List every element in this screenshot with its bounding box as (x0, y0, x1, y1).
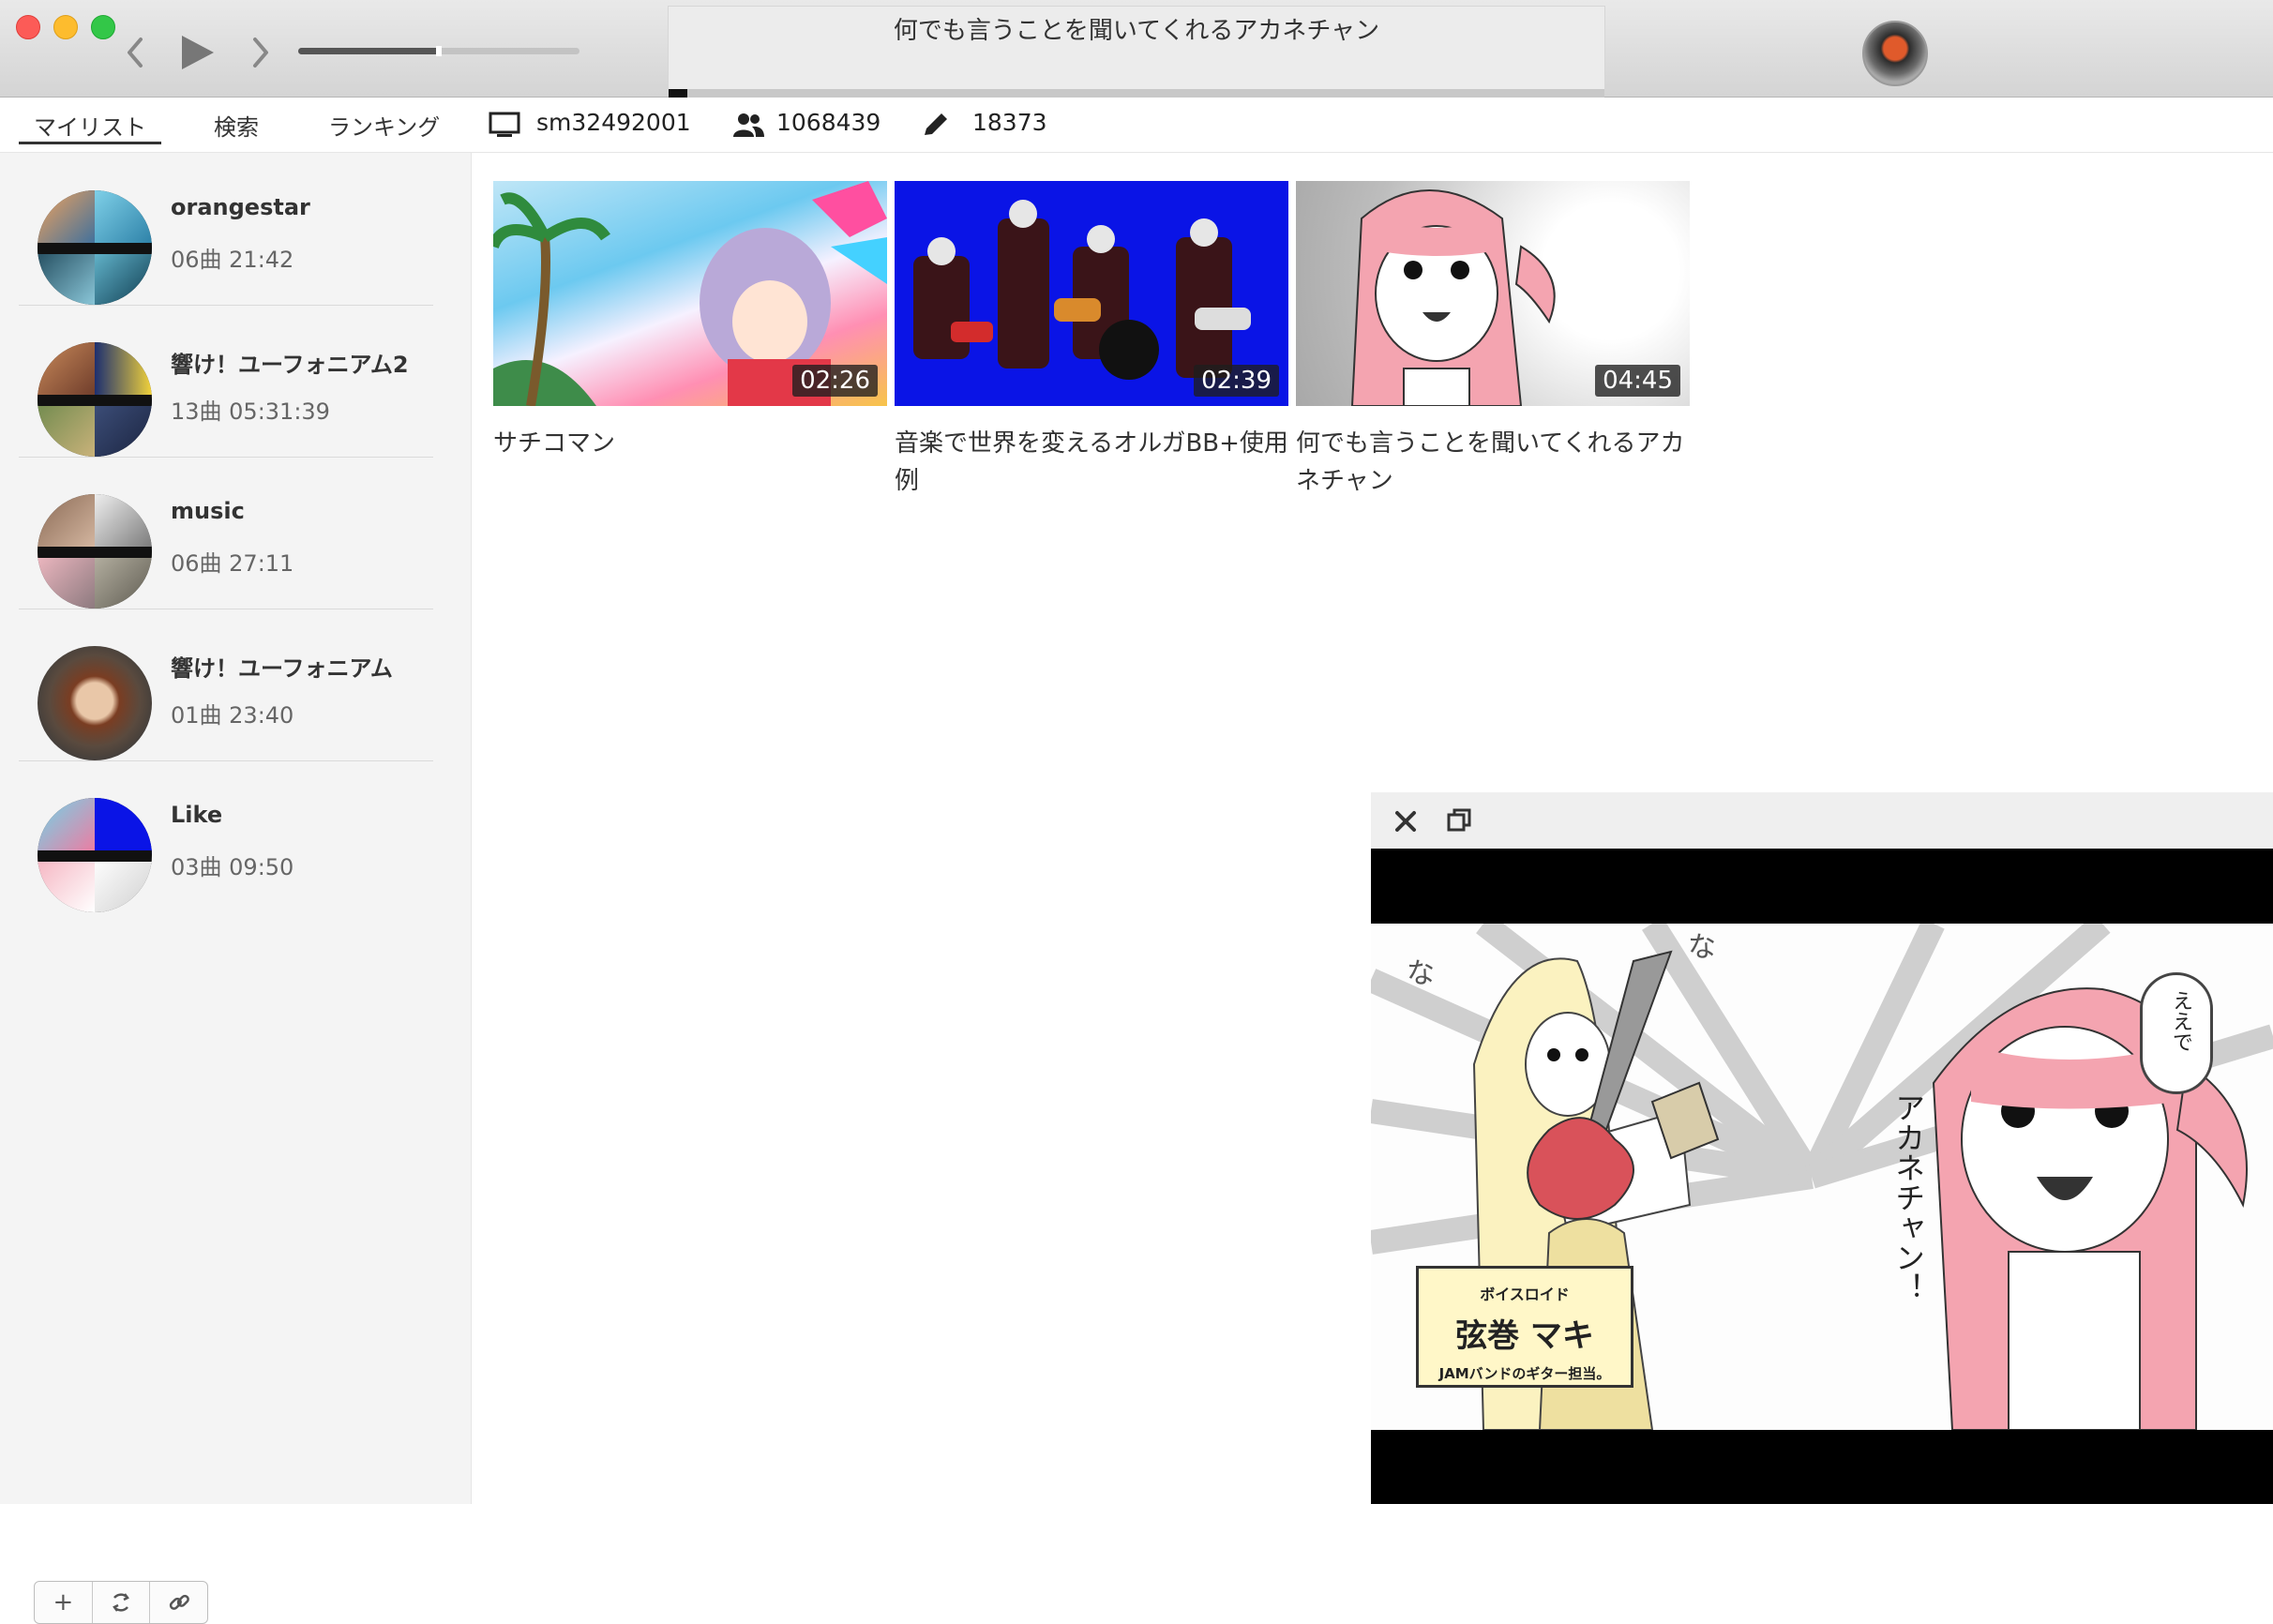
playlist-item[interactable]: orangestar 06曲 21:42 (19, 153, 433, 306)
playlist-item[interactable]: Like 03曲 09:50 (19, 760, 433, 912)
tab-ranking[interactable]: ランキング (328, 109, 440, 142)
comment-count: 18373 (972, 109, 1047, 136)
refresh-icon (113, 1593, 129, 1612)
playlist-item[interactable]: music 06曲 27:11 (19, 457, 433, 609)
play-button[interactable] (173, 28, 221, 77)
sidebar-button-group: + (34, 1581, 208, 1624)
video-thumbnail[interactable]: 02:39 (895, 181, 1288, 406)
playlist-name: Like (171, 802, 223, 828)
caption-main-text: 弦巻 マキ (1455, 1317, 1594, 1355)
popout-icon[interactable] (1444, 805, 1474, 835)
link-icon (169, 1594, 189, 1610)
play-icon (182, 36, 214, 69)
video-id: sm32492001 (536, 109, 691, 136)
caption-sub-text: JAMバンドのギター担当。 (1438, 1365, 1611, 1382)
caption-top-text: ボイスロイド (1480, 1286, 1570, 1303)
video-duration: 04:45 (1595, 365, 1680, 397)
users-icon (733, 113, 764, 137)
mini-player: ボイスロイド 弦巻 マキ JAMバンドのギター担当。 な な ええで アカネチャ… (1371, 792, 2273, 1504)
active-tab-indicator (19, 142, 161, 144)
video-title[interactable]: サチコマン (493, 425, 887, 462)
manga-sfx-right: な (1688, 931, 1716, 964)
plus-icon: + (53, 1588, 74, 1616)
video-title[interactable]: 何でも言うことを聞いてくれるアカネチャン (1296, 425, 1690, 500)
manga-shout-text: アカネチャン！ (1890, 1092, 1926, 1302)
window-minimize-button[interactable] (53, 15, 78, 39)
video-thumbnail[interactable]: 04:45 (1296, 181, 1690, 406)
back-button[interactable] (114, 28, 156, 77)
speech-bubble: ええで (2140, 972, 2213, 1094)
video-card[interactable]: 02:26 サチコマン (493, 181, 887, 462)
chevron-left-icon (128, 38, 143, 68)
playlist-item[interactable]: 響け！ユーフォニアム2 13曲 05:31:39 (19, 305, 433, 458)
monitor-icon (489, 112, 520, 137)
playlist-meta: 06曲 21:42 (171, 247, 294, 273)
playlist-sidebar: orangestar 06曲 21:42 響け！ユーフォニアム2 13曲 05:… (0, 153, 472, 1624)
manga-sfx-left: な (1407, 957, 1435, 990)
link-button[interactable] (150, 1582, 207, 1623)
playlist-thumbnail (38, 494, 152, 609)
playlist-meta: 03曲 09:50 (171, 854, 294, 880)
title-bar: 何でも言うことを聞いてくれるアカネチャン (0, 0, 2273, 98)
close-icon[interactable] (1392, 807, 1420, 835)
add-playlist-button[interactable]: + (35, 1582, 93, 1623)
playlist-meta: 06曲 27:11 (171, 550, 294, 577)
video-title[interactable]: 音楽で世界を変えるオルガBB+使用例 (895, 425, 1288, 500)
window-maximize-button[interactable] (91, 15, 115, 39)
playlist-name: 響け！ユーフォニアム2 (171, 352, 409, 378)
refresh-button[interactable] (93, 1582, 151, 1623)
video-card[interactable]: 04:45 何でも言うことを聞いてくれるアカネチャン (1296, 181, 1690, 500)
playlist-meta: 01曲 23:40 (171, 702, 294, 729)
video-thumbnail[interactable]: 02:26 (493, 181, 887, 406)
user-avatar[interactable] (1862, 21, 1928, 86)
speech-text: ええで (2169, 990, 2192, 1052)
video-frame[interactable]: ボイスロイド 弦巻 マキ JAMバンドのギター担当。 な な ええで アカネチャ… (1371, 924, 2273, 1430)
chevron-right-icon (253, 38, 268, 68)
now-playing-panel: 何でも言うことを聞いてくれるアカネチャン (668, 6, 1605, 98)
playlist-thumbnail (38, 798, 152, 912)
tab-mylist[interactable]: マイリスト (19, 109, 161, 142)
playlist-name: 響け！ユーフォニアム (171, 655, 393, 682)
video-duration: 02:26 (792, 365, 878, 397)
character-caption-box: ボイスロイド 弦巻 マキ JAMバンドのギター担当。 (1416, 1266, 1633, 1388)
playlist-thumbnail (38, 190, 152, 305)
playlist-name: orangestar (171, 194, 310, 220)
playlist-meta: 13曲 05:31:39 (171, 398, 330, 425)
tab-bar: マイリスト 検索 ランキング sm32492001 1068439 18373 (0, 98, 2273, 153)
volume-slider-knob[interactable] (436, 46, 442, 56)
playlist-name: music (171, 498, 245, 524)
window-close-button[interactable] (16, 15, 40, 39)
mini-player-toolbar (1371, 792, 2273, 849)
video-duration: 02:39 (1194, 365, 1279, 397)
playlist-thumbnail (38, 646, 152, 760)
playlist-item[interactable]: 響け！ユーフォニアム 01曲 23:40 (19, 609, 433, 761)
forward-button[interactable] (240, 28, 281, 77)
volume-slider-fill (298, 48, 439, 54)
tab-search[interactable]: 検索 (214, 109, 259, 142)
now-playing-title: 何でも言うことを聞いてくれるアカネチャン (893, 17, 1380, 45)
pencil-icon (925, 113, 947, 135)
view-count: 1068439 (776, 109, 881, 136)
playlist-thumbnail (38, 342, 152, 457)
video-card[interactable]: 02:39 音楽で世界を変えるオルガBB+使用例 (895, 181, 1288, 500)
